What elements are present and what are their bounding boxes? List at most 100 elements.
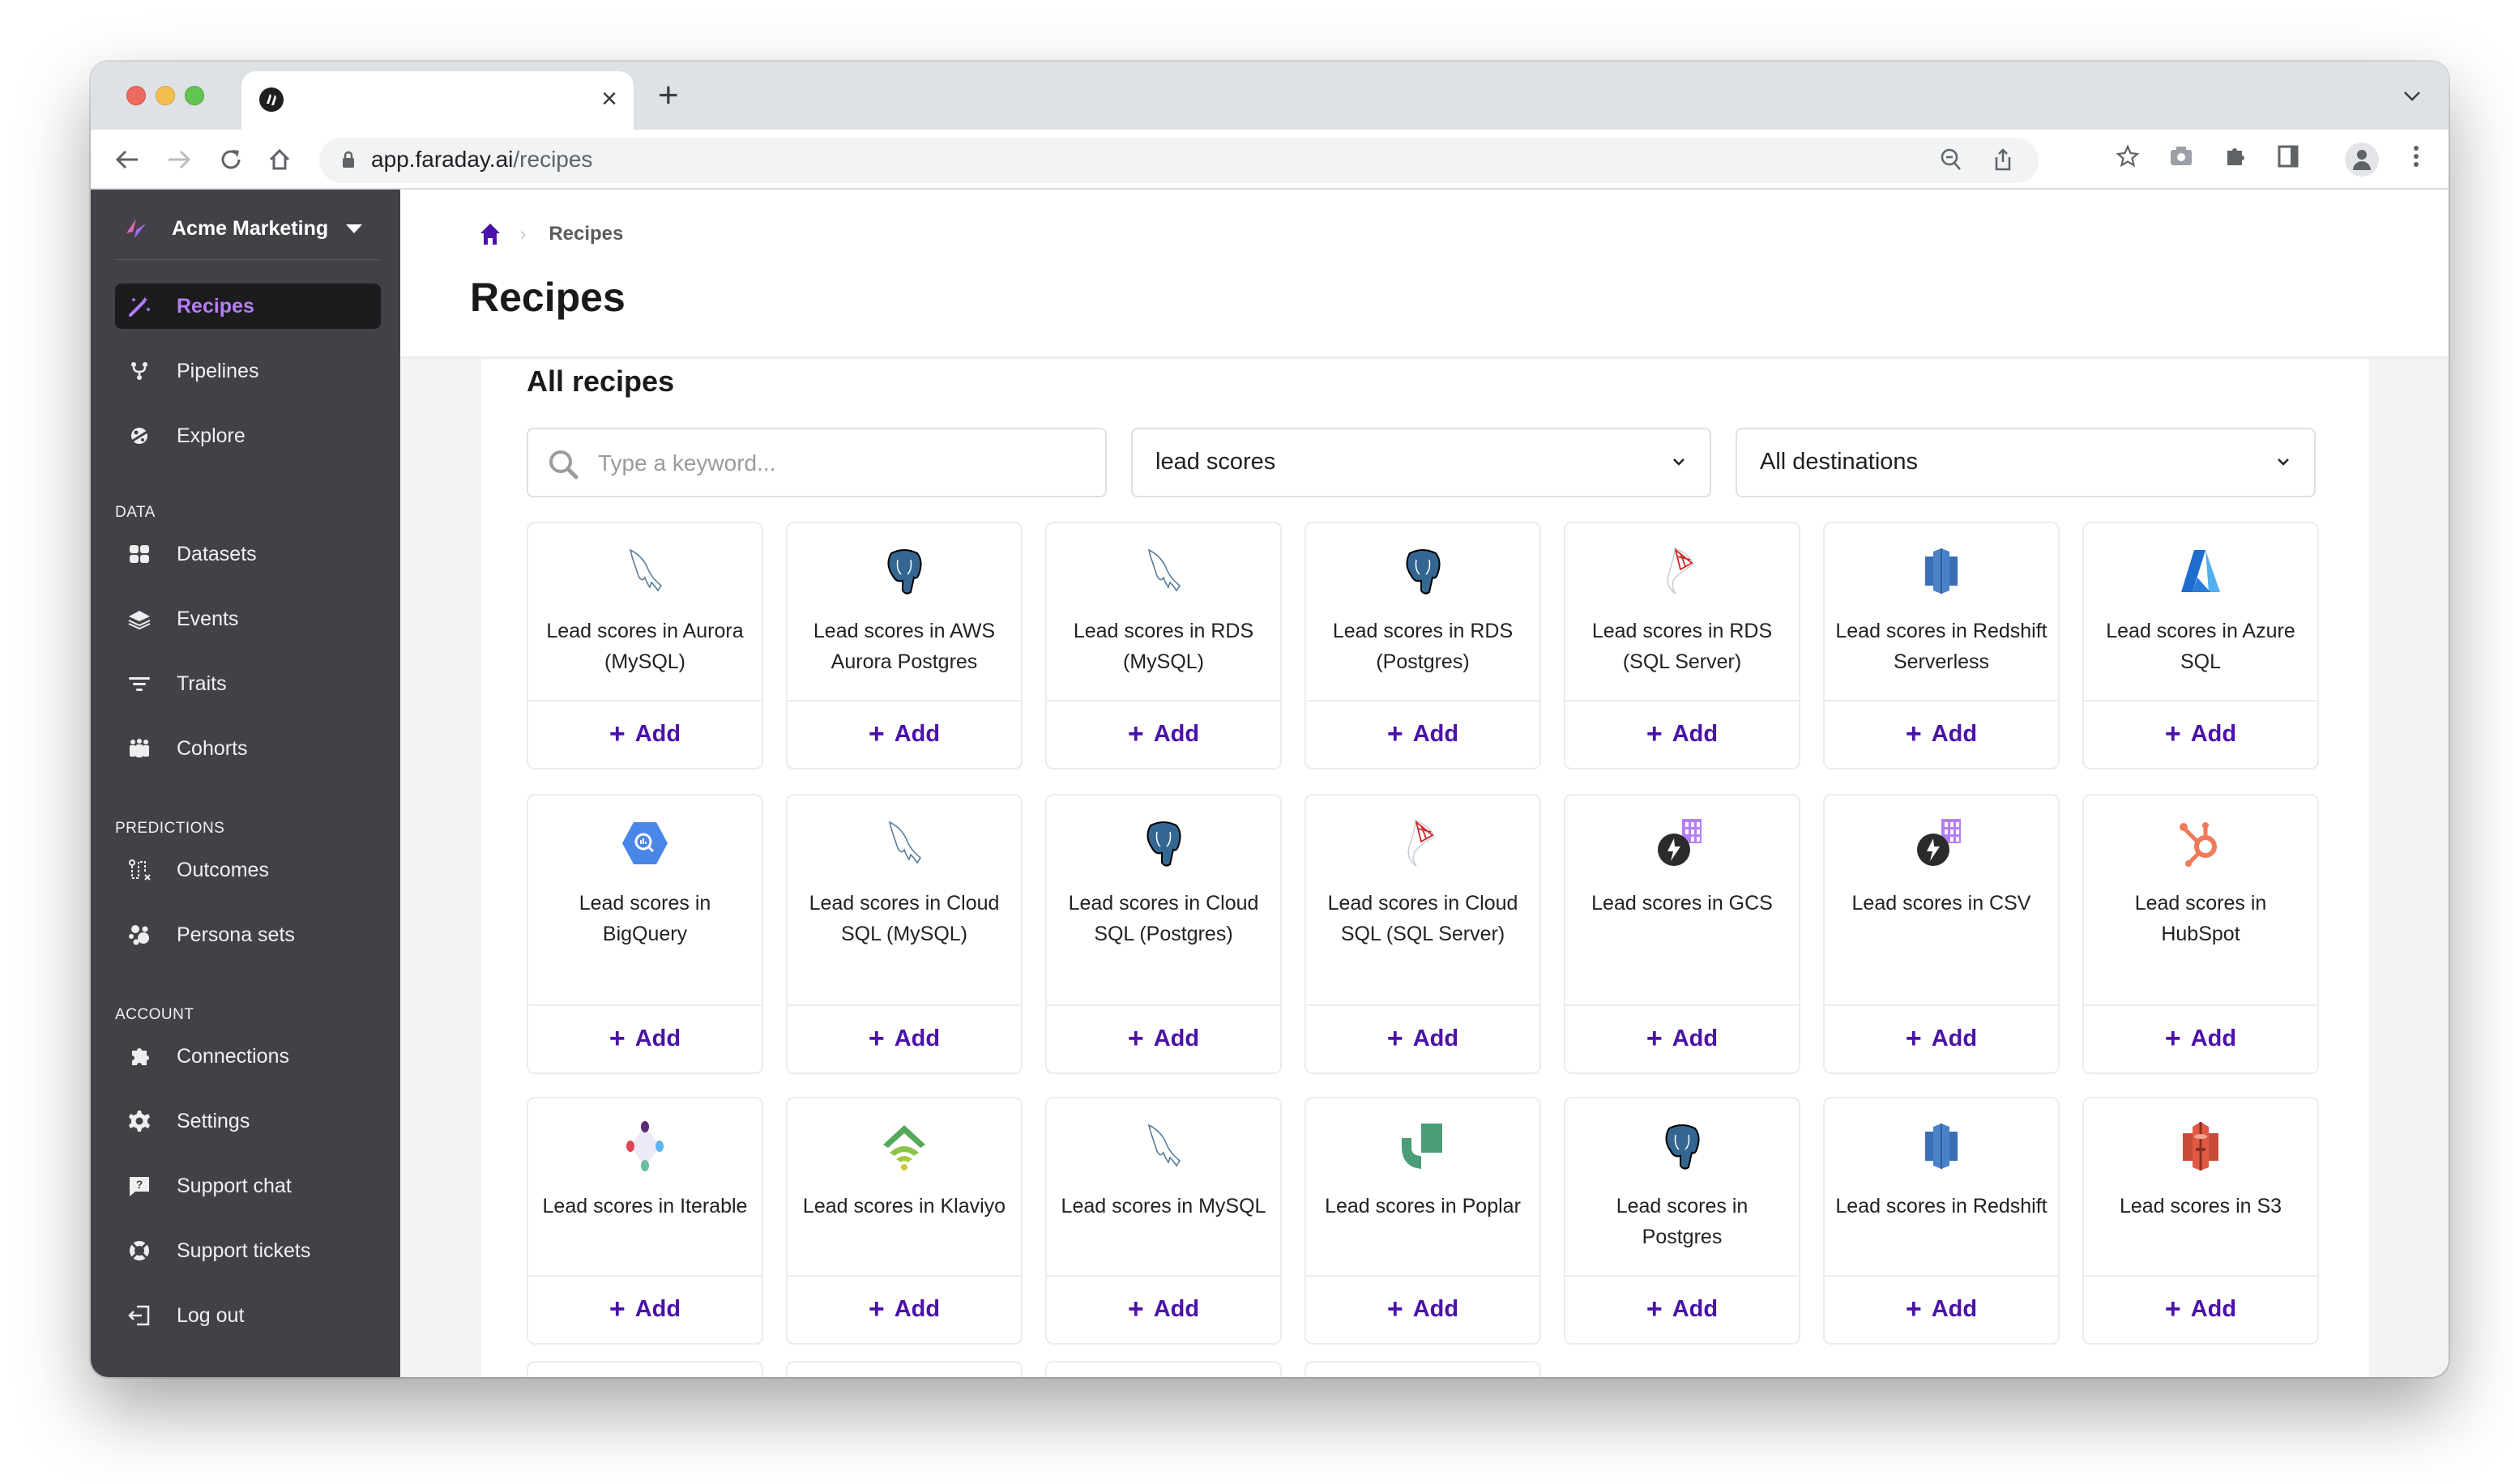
sidebar-item-log-out[interactable]: Log out (115, 1293, 381, 1338)
browser-menu-icon[interactable] (2402, 144, 2431, 173)
maximize-window-button[interactable] (185, 86, 204, 105)
add-recipe-button[interactable]: +Add (528, 700, 762, 768)
add-recipe-button[interactable]: +Add (1306, 1275, 1539, 1343)
add-label: Add (2191, 721, 2236, 748)
back-button[interactable] (112, 144, 143, 175)
add-recipe-button[interactable]: +Add (1565, 1004, 1799, 1072)
add-recipe-button[interactable]: +Add (1047, 1004, 1280, 1072)
sidebar-item-datasets[interactable]: Datasets (115, 531, 381, 577)
close-window-button[interactable] (126, 86, 146, 105)
sidebar-item-recipes[interactable]: Recipes (115, 284, 381, 329)
recipe-filter-select[interactable]: lead scores (1131, 428, 1711, 497)
recipe-card: Lead scores in RDS (Postgres)+Add (1304, 522, 1541, 770)
plus-icon: + (869, 719, 885, 750)
home-icon[interactable] (478, 222, 502, 246)
recipe-card: Lead scores in Klaviyo+Add (786, 1097, 1023, 1345)
bigquery-logo-icon (617, 815, 673, 872)
recipe-title: Lead scores in AWS Aurora Postgres (797, 616, 1011, 677)
sidebar-divider (115, 259, 379, 260)
share-icon[interactable] (1990, 147, 2016, 173)
add-recipe-button[interactable]: +Add (1825, 700, 2058, 768)
add-recipe-button[interactable]: +Add (528, 1004, 762, 1072)
add-recipe-button[interactable]: +Add (1565, 700, 1799, 768)
add-label: Add (895, 1026, 940, 1052)
new-tab-button[interactable]: + (658, 78, 679, 113)
profile-avatar[interactable] (2345, 143, 2379, 177)
add-recipe-button[interactable]: +Add (2084, 1275, 2317, 1343)
add-recipe-button[interactable]: +Add (788, 1004, 1021, 1072)
add-recipe-button[interactable]: +Add (528, 1275, 762, 1343)
sidebar-item-traits[interactable]: Traits (115, 661, 381, 706)
plus-icon: + (1906, 1294, 1922, 1325)
add-label: Add (895, 1296, 940, 1323)
forward-button[interactable] (164, 144, 194, 175)
recipe-card: Lead scores in Cloud SQL (Postgres)+Add (1045, 794, 1282, 1074)
add-recipe-button[interactable]: +Add (788, 700, 1021, 768)
sidebar-item-persona-sets[interactable]: Persona sets (115, 912, 381, 957)
add-recipe-button[interactable]: + Add (788, 1275, 1021, 1343)
add-recipe-button[interactable]: +Add (2084, 700, 2317, 768)
url-host: app.faraday.ai (371, 147, 513, 172)
breadcrumb-separator: › (520, 224, 526, 245)
sidebar-item-settings[interactable]: Settings (115, 1098, 381, 1144)
search-input[interactable] (598, 431, 1084, 496)
recipe-title: Lead scores in MySQL (1057, 1191, 1270, 1222)
recipe-card: Lead scores in Azure SQL+Add (2082, 522, 2319, 770)
reload-button[interactable] (216, 144, 246, 175)
add-label: Add (1413, 1026, 1458, 1052)
add-recipe-button[interactable]: +Add (1306, 1004, 1539, 1072)
destination-filter-select[interactable]: All destinations (1736, 428, 2316, 497)
plus-icon: + (1387, 1294, 1403, 1325)
sidebar-item-outcomes[interactable]: Outcomes (115, 847, 381, 893)
address-bar[interactable]: app.faraday.ai/recipes (319, 138, 2039, 183)
sidebar-item-connections[interactable]: Connections (115, 1034, 381, 1079)
grid-icon (126, 541, 152, 567)
add-recipe-button[interactable]: +Add (2084, 1004, 2317, 1072)
sidebar-item-explore[interactable]: Explore (115, 413, 381, 458)
recipe-card-body: Lead scores in MySQL (1047, 1098, 1280, 1277)
recipe-card-body: Lead scores in Cloud SQL (Postgres) (1047, 795, 1280, 1006)
breadcrumb: › Recipes (478, 222, 623, 246)
home-button[interactable] (264, 144, 295, 175)
recipe-card-partial (1304, 1361, 1541, 1377)
tab-search-button[interactable] (2403, 83, 2421, 108)
plus-icon: + (869, 1294, 885, 1325)
add-label: Add (1932, 1026, 1977, 1052)
filter-icon (126, 671, 152, 697)
sidebar-item-support-chat[interactable]: ?Support chat (115, 1163, 381, 1209)
caret-down-icon (346, 224, 362, 233)
add-recipe-button[interactable]: +Add (1047, 700, 1280, 768)
add-recipe-button[interactable]: +Add (1825, 1275, 2058, 1343)
recipe-card: Lead scores in Postgres+Add (1564, 1097, 1800, 1345)
add-recipe-button[interactable]: +Add (1306, 700, 1539, 768)
sidebar-item-label: Settings (177, 1110, 250, 1133)
bookmark-star-icon[interactable] (2113, 144, 2142, 173)
plus-icon: + (1646, 1023, 1663, 1055)
search-field[interactable] (527, 428, 1107, 497)
sidebar-item-pipelines[interactable]: Pipelines (115, 348, 381, 394)
mysql-logo-icon (617, 543, 673, 599)
zoom-out-icon[interactable] (1938, 147, 1964, 173)
extensions-puzzle-icon[interactable] (2220, 144, 2249, 173)
postgres-logo-icon (1135, 815, 1192, 872)
browser-tab[interactable]: × (241, 71, 634, 130)
minimize-window-button[interactable] (156, 86, 175, 105)
recipe-card: Lead scores in Redshift+Add (1823, 1097, 2060, 1345)
browser-window: × + app.faraday.ai/recipes (91, 62, 2449, 1377)
org-switcher[interactable]: Acme Marketing (123, 209, 362, 248)
add-recipe-button[interactable]: +Add (1565, 1275, 1799, 1343)
add-recipe-button[interactable]: + Add (1825, 1004, 2058, 1072)
sidebar-item-support-tickets[interactable]: Support tickets (115, 1228, 381, 1273)
screenshot-camera-icon[interactable] (2167, 144, 2196, 173)
reload-icon (219, 147, 243, 172)
plus-icon: + (1906, 1023, 1922, 1055)
sidebar-item-cohorts[interactable]: Cohorts (115, 726, 381, 771)
sqlserver-logo-icon (1654, 543, 1710, 599)
destination-filter-value: All destinations (1760, 449, 1918, 475)
add-recipe-button[interactable]: +Add (1047, 1275, 1280, 1343)
close-tab-button[interactable]: × (601, 83, 617, 115)
sidebar-item-events[interactable]: Events (115, 596, 381, 642)
sidebar-section-account: ACCOUNT (115, 1006, 194, 1024)
side-panel-icon[interactable] (2274, 144, 2303, 173)
recipe-card: Lead scores in AWS Aurora Postgres +Add (786, 522, 1023, 770)
